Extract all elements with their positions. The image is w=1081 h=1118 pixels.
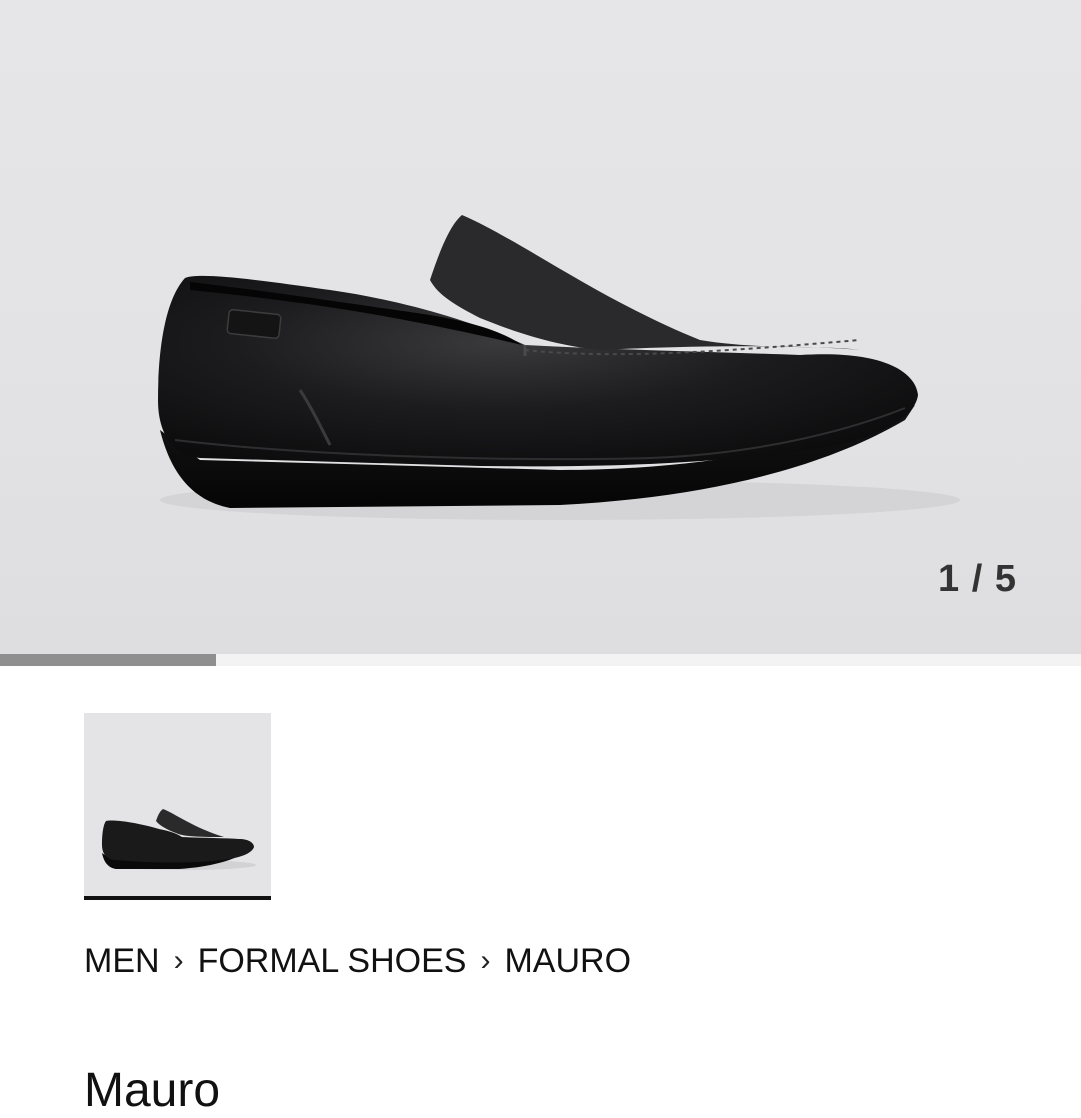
breadcrumb-item-mauro[interactable]: MAURO: [504, 942, 631, 981]
image-counter: 1 / 5: [938, 558, 1017, 600]
main-product-image: [158, 215, 960, 520]
thumbnail-image: [102, 809, 256, 870]
breadcrumb: MEN › FORMAL SHOES › MAURO: [84, 942, 631, 981]
thumbnail-1[interactable]: [84, 713, 271, 897]
product-title: Mauro: [84, 1064, 221, 1117]
breadcrumb-item-formal-shoes[interactable]: FORMAL SHOES: [198, 942, 467, 981]
breadcrumb-item-men[interactable]: MEN: [84, 942, 160, 981]
chevron-right-icon: ›: [480, 943, 491, 977]
gallery-progress-bar: [0, 654, 1081, 666]
thumbnail-active-indicator: [84, 896, 271, 900]
gallery-progress-fill: [0, 654, 217, 666]
chevron-right-icon: ›: [173, 943, 184, 977]
product-image-gallery[interactable]: 1 / 5: [0, 0, 1081, 654]
